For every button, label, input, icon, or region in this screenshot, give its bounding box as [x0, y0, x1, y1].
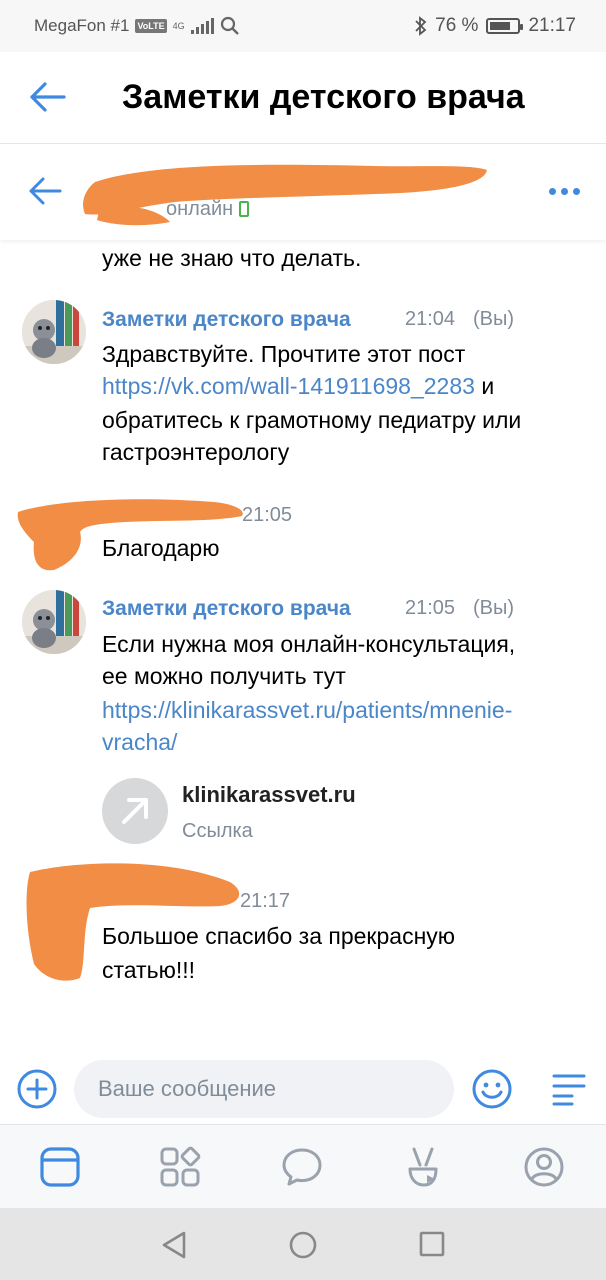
- volte-badge: VoLTE: [135, 19, 167, 33]
- bluetooth-icon: [415, 16, 427, 36]
- plus-circle-icon[interactable]: [16, 1068, 58, 1110]
- mobile-icon: [239, 201, 250, 217]
- bottom-tab-bar: [0, 1124, 606, 1208]
- profile-icon[interactable]: [522, 1145, 566, 1189]
- message-text: Здравствуйте. Прочтите этот пост: [102, 341, 466, 367]
- message-author[interactable]: Заметки детского врача: [102, 308, 351, 332]
- arrow-up-right-icon: [122, 798, 148, 824]
- menu-lines-icon[interactable]: [550, 1072, 586, 1106]
- back-arrow-icon[interactable]: [28, 176, 62, 206]
- top-header: Заметки детского врача: [0, 52, 606, 144]
- message-text: и: [481, 373, 495, 399]
- message-time: 21:04: [405, 308, 456, 330]
- nav-home-icon[interactable]: [288, 1230, 318, 1260]
- messages-icon[interactable]: [280, 1145, 324, 1189]
- services-icon[interactable]: [158, 1145, 202, 1189]
- own-message-label: (Вы): [473, 308, 515, 330]
- battery-icon: [486, 18, 524, 34]
- message-text: уже не знаю что делать.: [102, 245, 362, 271]
- own-message-label: (Вы): [473, 597, 515, 619]
- search-icon: [220, 16, 239, 35]
- message-link[interactable]: https://klinikarassvet.ru/patients/mneni…: [102, 694, 512, 726]
- messages-list: уже не знаю что делать. Заметки детского…: [0, 240, 606, 1058]
- chat-header: онлайн: [0, 146, 606, 240]
- redacted-contact-name: [83, 164, 487, 226]
- message-text: Благодарю: [102, 535, 220, 561]
- attachment-title[interactable]: klinikarassvet.ru: [182, 782, 356, 808]
- message-line: https://vk.com/wall-141911698_2283 и: [102, 370, 494, 402]
- clock: 21:17: [528, 15, 576, 36]
- message-text: Большое спасибо за прекрасную: [102, 923, 456, 949]
- network-type: 4G: [172, 20, 185, 31]
- avatar-image: [22, 300, 86, 364]
- message-text: гастроэнтерологу: [102, 439, 290, 465]
- message-text: обратитесь к грамотному педиатру или: [102, 407, 522, 433]
- message-time: 21:05: [242, 504, 293, 526]
- message-input[interactable]: [74, 1060, 454, 1118]
- attachment-subtitle: Ссылка: [182, 820, 253, 842]
- presence-status: онлайн: [166, 198, 250, 221]
- message-text: статью!!!: [102, 957, 195, 983]
- message-author[interactable]: Заметки детского врача: [102, 597, 351, 621]
- clips-icon[interactable]: [402, 1145, 446, 1189]
- link-attachment-icon[interactable]: [102, 778, 168, 844]
- signal-icon: [190, 18, 214, 34]
- battery-percent: 76 %: [435, 15, 479, 36]
- nav-recents-icon[interactable]: [418, 1230, 446, 1258]
- system-nav-bar: [0, 1208, 606, 1280]
- avatar[interactable]: [22, 300, 86, 364]
- avatar[interactable]: [22, 590, 86, 654]
- avatar-image: [22, 590, 86, 654]
- message-text: ее можно получить тут: [102, 663, 346, 689]
- message-link[interactable]: https://vk.com/wall-141911698_2283: [102, 373, 475, 399]
- message-time: 21:17: [240, 890, 291, 912]
- back-arrow-icon[interactable]: [28, 80, 66, 114]
- message-text: Если нужна моя онлайн-консультация,: [102, 631, 516, 657]
- more-dots-icon[interactable]: [549, 188, 580, 195]
- message-composer: [0, 1058, 606, 1124]
- message-link[interactable]: vracha/: [102, 726, 177, 758]
- smile-icon[interactable]: [471, 1068, 513, 1110]
- status-left: MegaFon #1 VoLTE 4G: [34, 16, 240, 36]
- status-bar: MegaFon #1 VoLTE 4G 76 % 21:17: [0, 0, 606, 52]
- status-right: 76 % 21:17: [415, 15, 576, 37]
- news-icon[interactable]: [38, 1145, 82, 1189]
- message-time: 21:05: [405, 597, 456, 619]
- presence-label: онлайн: [166, 198, 234, 220]
- nav-back-icon[interactable]: [160, 1230, 188, 1260]
- carrier-name: MegaFon #1: [34, 16, 130, 35]
- page-title: Заметки детского врача: [122, 78, 525, 116]
